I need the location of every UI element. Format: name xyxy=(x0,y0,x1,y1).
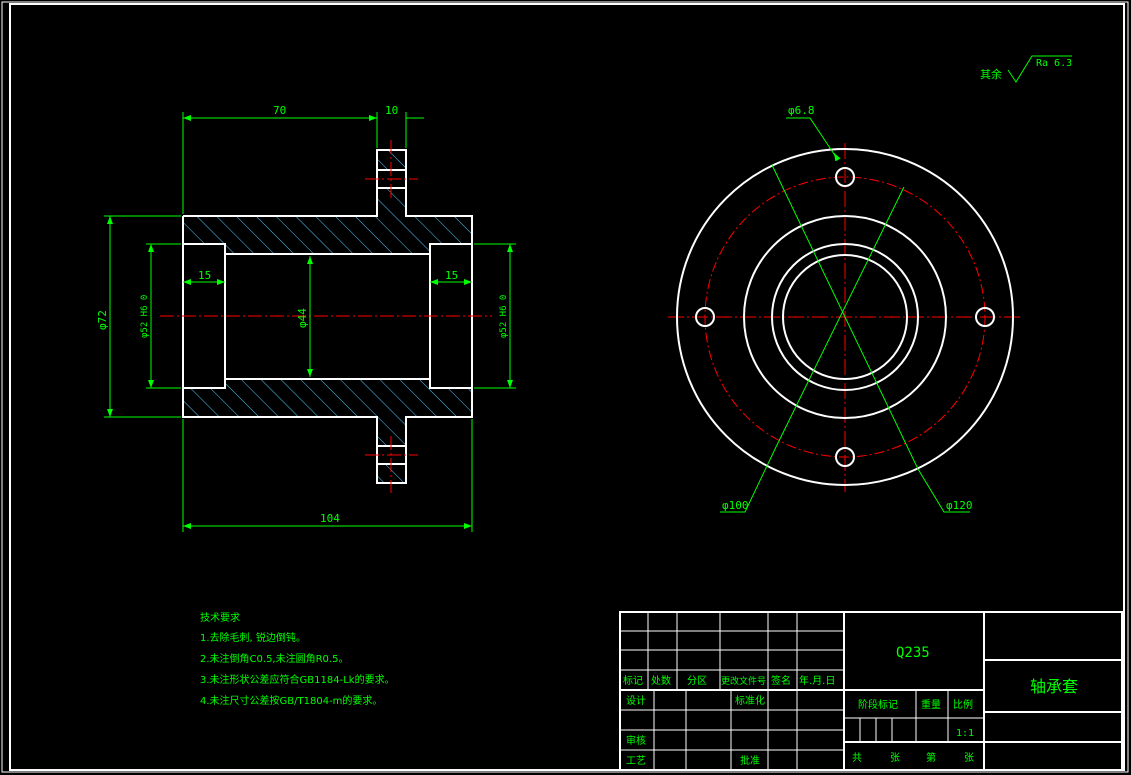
title-block: 标记 处数 分区 更改文件号 签名 年.月.日 设计 审核 工艺 标准化 批准 … xyxy=(619,611,1123,771)
dim-phi52-right: φ52 H6 0 xyxy=(499,295,509,338)
tech-item: 2.未注倒角C0.5,未注圆角R0.5。 xyxy=(200,652,348,665)
roughness-label: 其余 xyxy=(980,67,1002,81)
tech-item: 3.未注形状公差应符合GB1184-Lk的要求。 xyxy=(200,673,395,686)
sign-row-review: 审核 xyxy=(626,734,646,747)
sheet-unit-2: 张 xyxy=(964,752,974,764)
dim-70: 70 xyxy=(273,104,286,117)
rev-header: 签名 xyxy=(771,674,791,687)
inner-border xyxy=(9,3,1125,771)
tech-item: 1.去除毛刺, 锐边倒钝。 xyxy=(200,631,306,644)
scale-label: 比例 xyxy=(953,698,973,711)
rev-header: 标记 xyxy=(623,675,643,687)
part-name: 轴承套 xyxy=(1030,677,1078,696)
dim-hole: φ6.8 xyxy=(788,104,815,117)
dim-phi52-left: φ52 H6 0 xyxy=(140,295,150,338)
tech-requirements: 技术要求 1.去除毛刺, 锐边倒钝。 2.未注倒角C0.5,未注圆角R0.5。 … xyxy=(200,611,395,707)
dim-phi100: φ100 xyxy=(722,499,749,512)
rev-header: 处数 xyxy=(651,674,671,687)
dim-104: 104 xyxy=(320,512,340,525)
tech-title: 技术要求 xyxy=(200,611,240,624)
approval-label: 批准 xyxy=(740,754,760,767)
front-section-view: 70 10 104 φ72 φ52 H6 0 φ52 H6 0 φ44 15 1… xyxy=(96,104,516,532)
dim-15-left: 15 xyxy=(198,269,211,282)
cad-drawing: 其余 Ra 6.3 70 10 104 φ72 φ52 H6 0 φ52 H6 … xyxy=(1,1,1129,773)
standardization-label: 标准化 xyxy=(735,694,765,707)
sheet-unit-1: 张 xyxy=(890,752,900,764)
sign-row-design: 设计 xyxy=(626,694,646,707)
sheet-no-label: 第 xyxy=(926,751,936,764)
rev-header: 分区 xyxy=(687,675,707,687)
side-centerlines xyxy=(668,143,1020,492)
roughness-value: Ra 6.3 xyxy=(1036,58,1072,69)
dim-phi72: φ72 xyxy=(96,310,109,330)
side-view: φ6.8 φ100 φ120 xyxy=(668,104,1020,513)
scale-value: 1:1 xyxy=(956,728,974,739)
tech-item: 4.未注尺寸公差按GB/T1804-m的要求。 xyxy=(200,694,382,707)
dim-15-right: 15 xyxy=(445,269,458,282)
material-label: Q235 xyxy=(896,645,930,661)
rev-header: 更改文件号 xyxy=(721,675,766,687)
sheet-total-label: 共 xyxy=(852,752,862,764)
dim-phi44: φ44 xyxy=(296,308,309,328)
rev-header: 年.月.日 xyxy=(799,674,835,687)
dim-10: 10 xyxy=(385,104,398,117)
sign-row-process: 工艺 xyxy=(626,755,646,767)
front-centerlines xyxy=(160,140,492,493)
outer-border xyxy=(1,1,1129,773)
stage-mark-label: 阶段标记 xyxy=(858,698,898,711)
roughness-note: 其余 Ra 6.3 xyxy=(980,55,1072,83)
dim-phi120: φ120 xyxy=(946,499,973,512)
weight-label: 重量 xyxy=(921,698,941,711)
